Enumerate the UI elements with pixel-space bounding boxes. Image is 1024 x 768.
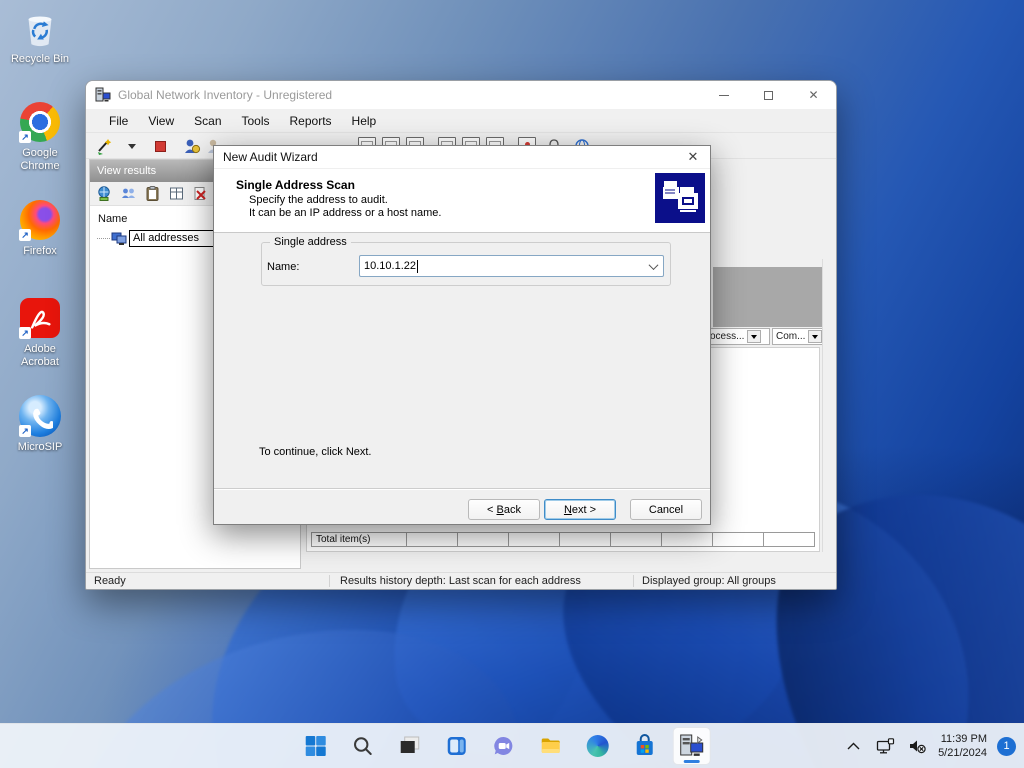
- stop-scan-icon[interactable]: [150, 136, 170, 156]
- file-explorer-button[interactable]: [532, 727, 570, 765]
- cancel-button[interactable]: Cancel: [630, 499, 702, 520]
- dialog-header: Single Address Scan Specify the address …: [214, 169, 710, 233]
- grid-column-filters: ocess... Com...: [706, 328, 824, 345]
- desktop-icon-recycle-bin[interactable]: Recycle Bin: [4, 6, 76, 66]
- tray-network-icon[interactable]: [874, 732, 896, 760]
- acrobat-icon: ↗: [18, 296, 62, 340]
- tray-chevron-up-icon[interactable]: [842, 732, 864, 760]
- user-session-icon[interactable]: [182, 136, 202, 156]
- addresses-node-icon: [111, 232, 127, 245]
- wizard-wand-icon[interactable]: [94, 136, 114, 156]
- clipboard-icon[interactable]: [144, 185, 161, 202]
- widgets-button[interactable]: [438, 727, 476, 765]
- wizard-dropdown-icon[interactable]: [122, 136, 142, 156]
- filter-dropdown-icon[interactable]: [808, 330, 823, 343]
- delete-item-icon[interactable]: [192, 185, 209, 202]
- shortcut-arrow-icon: ↗: [19, 229, 31, 241]
- desktop-icon-firefox[interactable]: ↗ Firefox: [4, 198, 76, 258]
- microsip-icon: ↗: [18, 394, 62, 438]
- maximize-button[interactable]: [746, 81, 791, 109]
- wizard-hint: To continue, click Next.: [259, 446, 372, 458]
- desktop-icon-acrobat[interactable]: ↗ Adobe Acrobat: [4, 296, 76, 368]
- column-filter-process[interactable]: ocess...: [706, 328, 770, 345]
- start-button[interactable]: [297, 727, 335, 765]
- desktop-icon-label: Adobe Acrobat: [21, 343, 59, 368]
- shortcut-arrow-icon: ↗: [19, 131, 31, 143]
- dialog-separator: [214, 488, 710, 490]
- taskbar-center: [297, 727, 711, 765]
- network-globe-icon[interactable]: [96, 185, 113, 202]
- text-caret: [417, 259, 418, 273]
- notification-badge[interactable]: 1: [997, 736, 1016, 756]
- wizard-devices-icon: [655, 173, 705, 223]
- address-value: 10.10.1.22: [364, 260, 416, 272]
- groupbox-legend: Single address: [270, 236, 351, 248]
- menu-bar: File View Scan Tools Reports Help: [86, 109, 836, 133]
- status-displayed-group: Displayed group: All groups: [633, 575, 836, 587]
- totals-label: Total item(s): [312, 533, 407, 546]
- window-title: Global Network Inventory - Unregistered: [118, 88, 333, 102]
- gni-taskbar-button[interactable]: [672, 727, 711, 765]
- new-audit-wizard-dialog: New Audit Wizard ✕ Single Address Scan S…: [213, 145, 711, 525]
- chrome-icon: ↗: [18, 100, 62, 144]
- tree-item-label[interactable]: All addresses: [129, 230, 223, 247]
- desktop-icon-label: Google Chrome: [20, 147, 60, 172]
- tray-date: 5/21/2024: [938, 747, 987, 759]
- next-button[interactable]: Next >: [544, 499, 616, 520]
- shortcut-arrow-icon: ↗: [19, 327, 31, 339]
- store-button[interactable]: [626, 727, 664, 765]
- users-icon[interactable]: [120, 185, 137, 202]
- address-combobox[interactable]: 10.10.1.22: [359, 255, 664, 277]
- desktop-icon-label: Recycle Bin: [10, 53, 70, 65]
- gni-titlebar[interactable]: Global Network Inventory - Unregistered …: [86, 81, 836, 109]
- menu-file[interactable]: File: [100, 111, 137, 131]
- close-button[interactable]: ✕: [791, 81, 836, 109]
- dialog-close-icon[interactable]: ✕: [682, 148, 704, 167]
- grid-gray-placeholder: [713, 267, 824, 327]
- totals-row: Total item(s): [311, 532, 815, 547]
- status-bar: Ready Results history depth: Last scan f…: [86, 572, 836, 589]
- dialog-subtext-2: It can be an IP address or a host name.: [249, 207, 442, 219]
- desktop-icon-microsip[interactable]: ↗ MicroSIP: [4, 394, 76, 454]
- tray-volume-muted-icon[interactable]: [906, 732, 928, 760]
- tray-time: 11:39 PM: [940, 732, 987, 745]
- tray-clock[interactable]: 11:39 PM 5/21/2024: [938, 732, 987, 761]
- shortcut-arrow-icon: ↗: [19, 425, 31, 437]
- search-button[interactable]: [344, 727, 382, 765]
- gni-app-icon: [95, 87, 111, 102]
- filter-dropdown-icon[interactable]: [747, 330, 762, 343]
- desktop-icon-label: MicroSIP: [17, 441, 63, 453]
- minimize-button[interactable]: [701, 81, 746, 109]
- back-button[interactable]: < Back: [468, 499, 540, 520]
- desktop-icon-chrome[interactable]: ↗ Google Chrome: [4, 100, 76, 172]
- menu-scan[interactable]: Scan: [185, 111, 230, 131]
- status-ready: Ready: [94, 575, 126, 587]
- dialog-heading: Single Address Scan: [236, 178, 355, 192]
- menu-view[interactable]: View: [139, 111, 183, 131]
- menu-tools[interactable]: Tools: [233, 111, 279, 131]
- recycle-bin-icon: [18, 6, 62, 50]
- menu-help[interactable]: Help: [343, 111, 386, 131]
- taskbar: 11:39 PM 5/21/2024 1: [0, 723, 1024, 768]
- dialog-title: New Audit Wizard: [223, 150, 318, 164]
- task-view-button[interactable]: [391, 727, 429, 765]
- gni-app-icon: [680, 734, 704, 756]
- desktop-icon-label: Firefox: [23, 245, 57, 257]
- system-tray: 11:39 PM 5/21/2024 1: [842, 732, 1016, 761]
- desktop: Recycle Bin ↗ Google Chrome ↗ Firefox ↗ …: [0, 0, 1024, 768]
- grid-view-icon[interactable]: [168, 185, 185, 202]
- status-history-depth: Results history depth: Last scan for eac…: [329, 575, 633, 587]
- firefox-icon: ↗: [18, 198, 62, 242]
- chat-button[interactable]: [485, 727, 523, 765]
- edge-button[interactable]: [579, 727, 617, 765]
- menu-reports[interactable]: Reports: [281, 111, 341, 131]
- vertical-scrollbar[interactable]: [822, 259, 836, 552]
- column-filter-com[interactable]: Com...: [772, 328, 824, 345]
- name-label: Name:: [267, 261, 300, 273]
- tree-connector: [97, 238, 110, 239]
- combobox-dropdown-icon[interactable]: [643, 256, 663, 276]
- dialog-subtext-1: Specify the address to audit.: [249, 194, 388, 206]
- dialog-titlebar[interactable]: New Audit Wizard ✕: [214, 146, 710, 169]
